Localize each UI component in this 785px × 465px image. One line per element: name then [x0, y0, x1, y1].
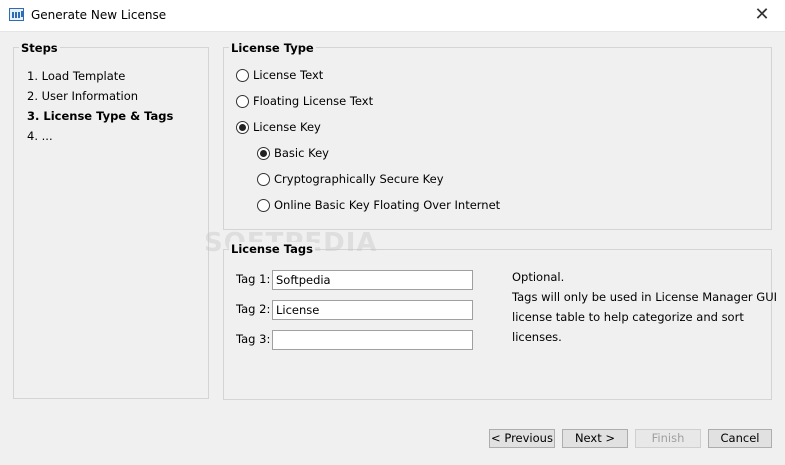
radio-online-basic-key-label: Online Basic Key Floating Over Internet	[274, 198, 501, 212]
tag2-label: Tag 2:	[236, 302, 271, 316]
radio-license-text-label: License Text	[253, 68, 324, 82]
radio-floating-license-text[interactable]: Floating License Text	[236, 94, 373, 108]
radio-cryptographically-secure-key-label: Cryptographically Secure Key	[274, 172, 444, 186]
step-user-information: 2. User Information	[27, 89, 139, 103]
tag1-label: Tag 1:	[236, 272, 271, 286]
tag3-label: Tag 3:	[236, 332, 271, 346]
help-text-line1: Optional.	[512, 270, 565, 284]
radio-floating-license-text-label: Floating License Text	[253, 94, 374, 108]
next-button[interactable]: Next >	[562, 429, 628, 448]
step-license-type-tags: 3. License Type & Tags	[27, 109, 174, 123]
radio-basic-key-label: Basic Key	[274, 146, 329, 160]
radio-button-checked-icon[interactable]	[236, 120, 249, 134]
window-title: Generate New License	[31, 8, 167, 22]
close-button[interactable]: ✕	[739, 0, 785, 31]
help-text-line3: license table to help categorize and sor…	[512, 310, 744, 344]
radio-basic-key[interactable]: Basic Key	[257, 146, 329, 160]
tag2-input[interactable]: License	[272, 300, 473, 320]
radio-button-icon[interactable]	[236, 68, 249, 82]
radio-cryptographically-secure-key[interactable]: Cryptographically Secure Key	[257, 172, 444, 186]
steps-title: Steps	[19, 41, 60, 55]
tag1-input[interactable]: Softpedia	[272, 270, 473, 290]
radio-license-text[interactable]: License Text	[236, 68, 323, 82]
radio-button-icon[interactable]	[236, 94, 249, 108]
radio-button-icon[interactable]	[257, 198, 270, 212]
radio-license-key[interactable]: License Key	[236, 120, 321, 134]
step-more: 4. ...	[27, 129, 53, 143]
help-text-line2: Tags will only be used in License Manage…	[512, 290, 778, 304]
radio-online-basic-key[interactable]: Online Basic Key Floating Over Internet	[257, 198, 500, 212]
cancel-button[interactable]: Cancel	[708, 429, 772, 448]
finish-button[interactable]: Finish	[635, 429, 701, 448]
previous-button[interactable]: < Previous	[489, 429, 555, 448]
tag3-input[interactable]	[272, 330, 473, 350]
license-tags-title: License Tags	[229, 242, 315, 256]
step-load-template: 1. Load Template	[27, 69, 126, 83]
title-bar: Generate New License ✕	[0, 0, 785, 32]
radio-license-key-label: License Key	[253, 120, 321, 134]
app-icon	[9, 8, 24, 21]
radio-button-checked-icon[interactable]	[257, 146, 270, 160]
license-type-title: License Type	[229, 41, 316, 55]
radio-button-icon[interactable]	[257, 172, 270, 186]
